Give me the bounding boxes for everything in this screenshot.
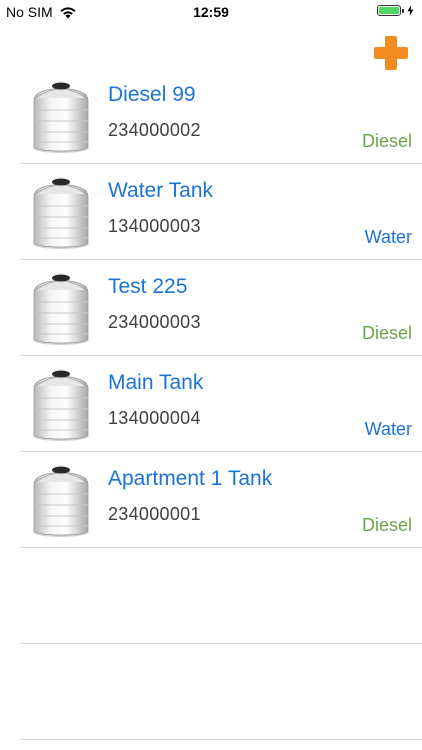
tank-type: Water [364,227,412,247]
plus-icon [374,36,408,70]
tank-name: Water Tank [108,179,214,202]
tank-name: Test 225 [108,275,188,298]
tank-type: Diesel [361,515,412,535]
water-tank-icon [33,370,89,441]
water-tank-icon [33,466,89,537]
tank-id: 234000003 [108,312,201,332]
tank-row[interactable]: Main Tank 134000004 Water [20,356,422,452]
tank-type: Water [364,419,412,439]
empty-list-row [20,644,422,740]
tank-row[interactable]: Test 225 234000003 Diesel [20,260,422,356]
tank-id: 234000002 [108,120,201,140]
battery-level [379,7,399,14]
water-tank-icon [33,274,89,345]
tank-row[interactable]: Apartment 1 Tank 234000001 Diesel [20,452,422,548]
tank-id: 134000004 [108,408,201,428]
tank-id: 234000001 [108,504,201,524]
tank-row[interactable]: Diesel 99 234000002 Diesel [20,68,422,164]
tank-id: 134000003 [108,216,201,236]
battery-icon [377,5,401,16]
status-bar: No SIM 12:59 [0,0,422,24]
tank-type: Diesel [361,131,412,151]
tank-name: Diesel 99 [108,83,196,106]
water-tank-icon [33,178,89,249]
add-tank-button[interactable] [372,34,410,72]
tank-row[interactable]: Water Tank 134000003 Water [20,164,422,260]
empty-list-row [20,548,422,644]
battery-cap [402,8,404,13]
tank-type: Diesel [361,323,412,343]
tank-list: Diesel 99 234000002 Diesel Water Tank 13… [20,68,422,740]
tank-name: Main Tank [108,371,204,394]
tank-list-screen: No SIM 12:59 Diesel 99 234000002 Diesel … [0,0,422,750]
tank-name: Apartment 1 Tank [108,467,273,490]
battery-indicator [377,5,414,16]
charging-bolt-icon [407,5,414,16]
status-time: 12:59 [193,4,229,20]
water-tank-icon [33,82,89,153]
